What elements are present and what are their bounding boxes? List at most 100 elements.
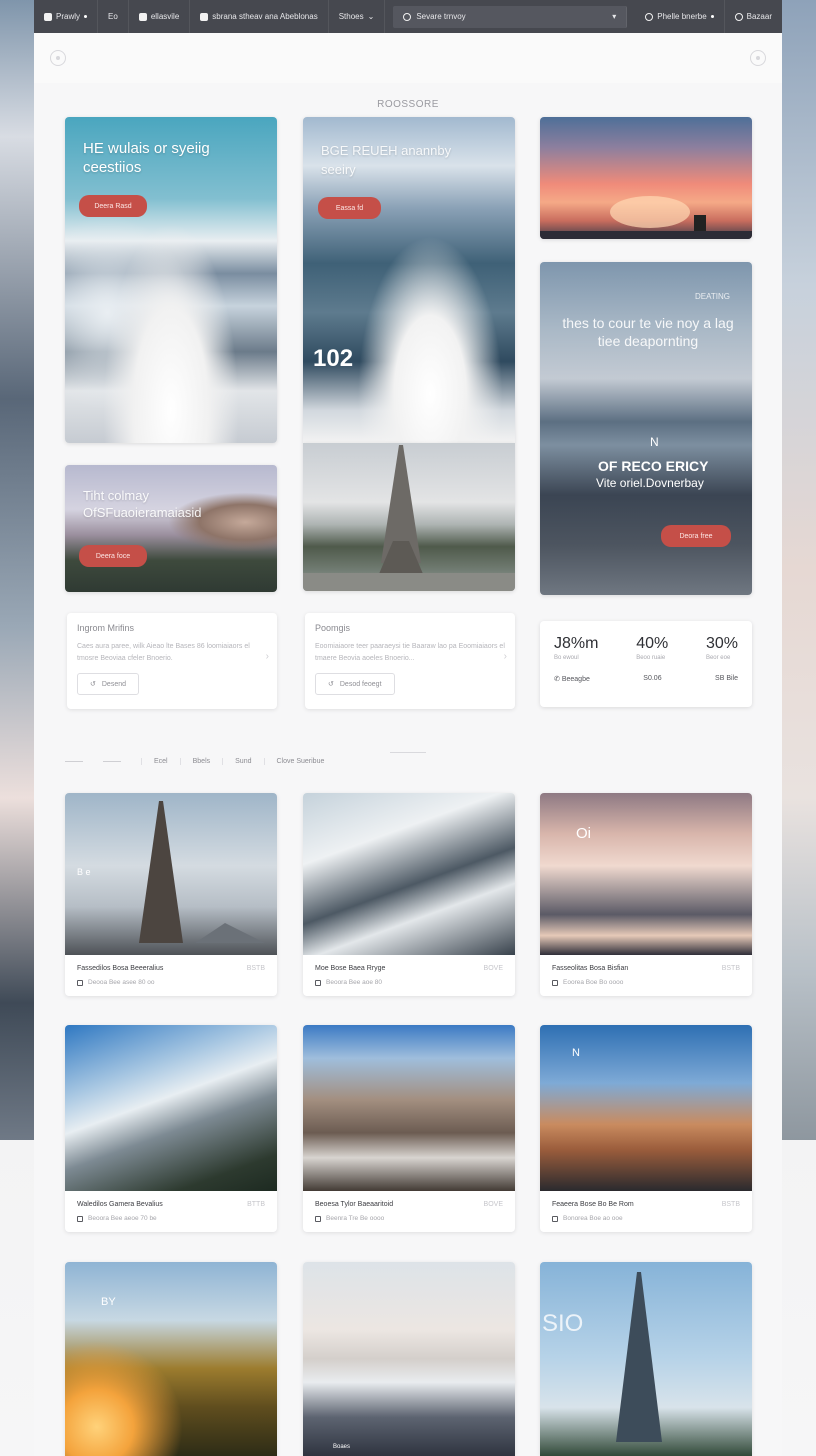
grid-card-1-title: Fassedilos Bosa Beeeralius [77, 965, 164, 972]
refresh-icon: ↺ [90, 681, 96, 688]
phone-icon: ✆ [554, 676, 560, 683]
info-card-1-button[interactable]: ↺ Desend [77, 673, 140, 695]
grid-card-4-image [65, 1025, 277, 1191]
grid-card-2[interactable]: Moe Bose Baea Rryge BOVE Beoora Bee aoe 8… [303, 793, 515, 996]
grid-card-7[interactable]: BY [65, 1262, 277, 1456]
nav-item-3-label: ellasvile [150, 12, 180, 21]
calendar-icon [77, 1215, 83, 1222]
grid-card-8-image: Boaes [303, 1262, 515, 1456]
top-navigation-bar: Prawly Eo ellasvile sbrana stheav ana Ab… [34, 0, 782, 33]
hero3-label: DEATING [695, 292, 730, 301]
grid-card-1[interactable]: B e Fassedilos Bosa Beeeralius BSTB Deooa… [65, 793, 277, 996]
grid-card-3-overlay: Oi [576, 825, 591, 842]
hero3-text: thes to cour te vie noy a lag tiee deapo… [562, 315, 734, 349]
info-card-2-button-label: Desod feoegt [339, 680, 382, 688]
tab-3[interactable]: Sund [222, 758, 263, 765]
small-hero-button[interactable]: Deera foce [79, 545, 147, 567]
grid-card-6-image: N [540, 1025, 752, 1191]
nav-item-4[interactable]: sbrana stheav ana Abeblonas [190, 0, 329, 33]
eiffel-tower-image [303, 445, 515, 591]
info-card-1-button-label: Desend [101, 680, 127, 688]
grid-card-7-image: BY [65, 1262, 277, 1456]
grid-card-8[interactable]: Boaes [303, 1262, 515, 1456]
tab-1[interactable]: Ecel [141, 758, 180, 765]
grid-card-6-title: Feaeera Bose Bo Be Rom [552, 1201, 634, 1208]
back-button[interactable] [50, 50, 66, 66]
stat-footer-2: S0.06 [643, 675, 662, 682]
user-icon [645, 12, 654, 21]
grid-card-1-image: B e [65, 793, 277, 955]
brand-label: Prawly [56, 12, 81, 21]
grid-card-3[interactable]: Oi Fasseolitas Bosa Bisfian BSTB Eoorea B… [540, 793, 752, 996]
grid-card-5-title: Beoesa Tylor Baeaaritoid [315, 1201, 394, 1208]
search-dropdown-icon[interactable]: ▾ [612, 12, 616, 21]
grid-card-3-title: Fasseolitas Bosa Bisfian [552, 965, 629, 972]
info-card-2-body: Eoomiaiaore teer paaraeysi tie Baaraw la… [315, 643, 505, 662]
nav-item-2[interactable]: Eo [98, 0, 129, 33]
grid-card-6-tag: BSTB [721, 1201, 740, 1208]
hero3-subtitle: Vite oriel.Dovnerbay [596, 476, 704, 490]
calendar-icon [315, 979, 321, 986]
stat-1: J8%m Bo ewoul [554, 635, 598, 661]
tab-dash-1 [65, 761, 83, 762]
stat-1-label: Bo ewoul [554, 655, 579, 661]
calendar-icon [77, 979, 83, 986]
info-card-2-button[interactable]: ↺ Desod feoegt [315, 673, 395, 695]
info-card-1-title: Ingrom Mrifins [77, 623, 135, 633]
hero1-button[interactable]: Deera Rasd [79, 195, 147, 217]
stats-card: J8%m Bo ewoul 40% Beoo ruaie 30% Beor eo… [540, 621, 752, 707]
sunset-card[interactable] [540, 117, 752, 239]
menu-button[interactable] [750, 50, 766, 66]
nav-item-5-label: Sthoes [338, 12, 364, 21]
hero-card-aerial[interactable]: BGE REUEH anannby seeiry Eassa fd 102 [303, 117, 515, 443]
chevron-right-icon[interactable]: › [266, 651, 269, 662]
grid-card-6-overlay: N [572, 1047, 580, 1059]
stat-1-value: J8%m [554, 635, 599, 652]
small-hero-heading: Tiht colmay OfSFuaoieramaiasid [83, 488, 202, 520]
hero2-button[interactable]: Eassa fd [318, 197, 381, 219]
grid-card-1-tag: BSTB [246, 965, 265, 972]
info-card-2[interactable]: Poomgis Eoomiaiaore teer paaraeysi tie B… [305, 613, 515, 709]
tab-4[interactable]: Clove Sueribue [263, 758, 337, 765]
grid-card-6[interactable]: N Feaeera Bose Bo Be Rom BSTB Bonorea Boe… [540, 1025, 752, 1232]
search-box[interactable]: Sevare trnvoy ▾ [393, 5, 628, 28]
calendar-icon [552, 1215, 558, 1222]
hero-card-mountains[interactable]: HE wulais or syeiig ceestiios Deera Rasd [65, 117, 277, 443]
stat-footer-3[interactable]: SB Bile [715, 675, 738, 683]
hero-card-ridges[interactable]: DEATING thes to cour te vie noy a lag ti… [540, 262, 752, 595]
calendar-icon [315, 1215, 321, 1222]
tab-2[interactable]: Bbels [179, 758, 223, 765]
hero-card-statue[interactable]: Tiht colmay OfSFuaoieramaiasid Deera foc… [65, 465, 277, 592]
section-title: ROOSSORE [377, 99, 439, 110]
nav-item-5[interactable]: Sthoes ⌄ [329, 0, 386, 33]
user-menu[interactable]: Phelle bnerbe [635, 0, 725, 33]
chevron-right-icon[interactable]: › [504, 651, 507, 662]
nav-item-3[interactable]: ellasvile [129, 0, 191, 33]
window-icon [200, 12, 209, 21]
info-card-1-body: Caes aura paree, wilk Aieao lte Bases 86… [77, 643, 250, 662]
stat-footer-1-label: Beeagbe [561, 676, 590, 683]
grid-card-3-sub: Eoorea Boe Bo oooo [563, 979, 624, 986]
grid-card-9-image: SIO [540, 1262, 752, 1456]
brand-item[interactable]: Prawly [34, 0, 99, 33]
info-card-1[interactable]: Ingrom Mrifins Caes aura paree, wilk Aie… [67, 613, 277, 709]
refresh-icon: ↺ [328, 681, 334, 688]
grid-card-9[interactable]: SIO [540, 1262, 752, 1456]
user-status-icon [710, 15, 714, 18]
stat-2-label: Beoo ruaie [636, 655, 666, 661]
grid-card-5[interactable]: Beoesa Tylor Baeaaritoid BOVE Beenra Tre … [303, 1025, 515, 1232]
circle-icon [734, 12, 743, 21]
section-divider [390, 752, 426, 754]
grid-card-4-title: Waledilos Gamera Bevalius [77, 1201, 163, 1208]
extra-item[interactable]: Bazaar [725, 0, 782, 33]
filter-tabs: Ecel Bbels Sund Clove Sueribue [65, 758, 336, 765]
grid-card-2-title: Moe Bose Baea Rryge [315, 965, 386, 972]
eiffel-card[interactable] [303, 443, 515, 591]
stat-footer-1: ✆ Beeagbe [554, 675, 590, 683]
grid-card-4[interactable]: Waledilos Gamera Bevalius BTTB Beoora Bee… [65, 1025, 277, 1232]
hero1-heading: HE wulais or syeiig ceestiios [83, 140, 210, 176]
grid-card-3-image: Oi [540, 793, 752, 955]
grid-card-8-sub: Boaes [333, 1444, 351, 1450]
grid-card-4-sub: Beoora Bee aeoe 70 be [88, 1215, 157, 1222]
hero3-button[interactable]: Deora free [661, 525, 731, 547]
